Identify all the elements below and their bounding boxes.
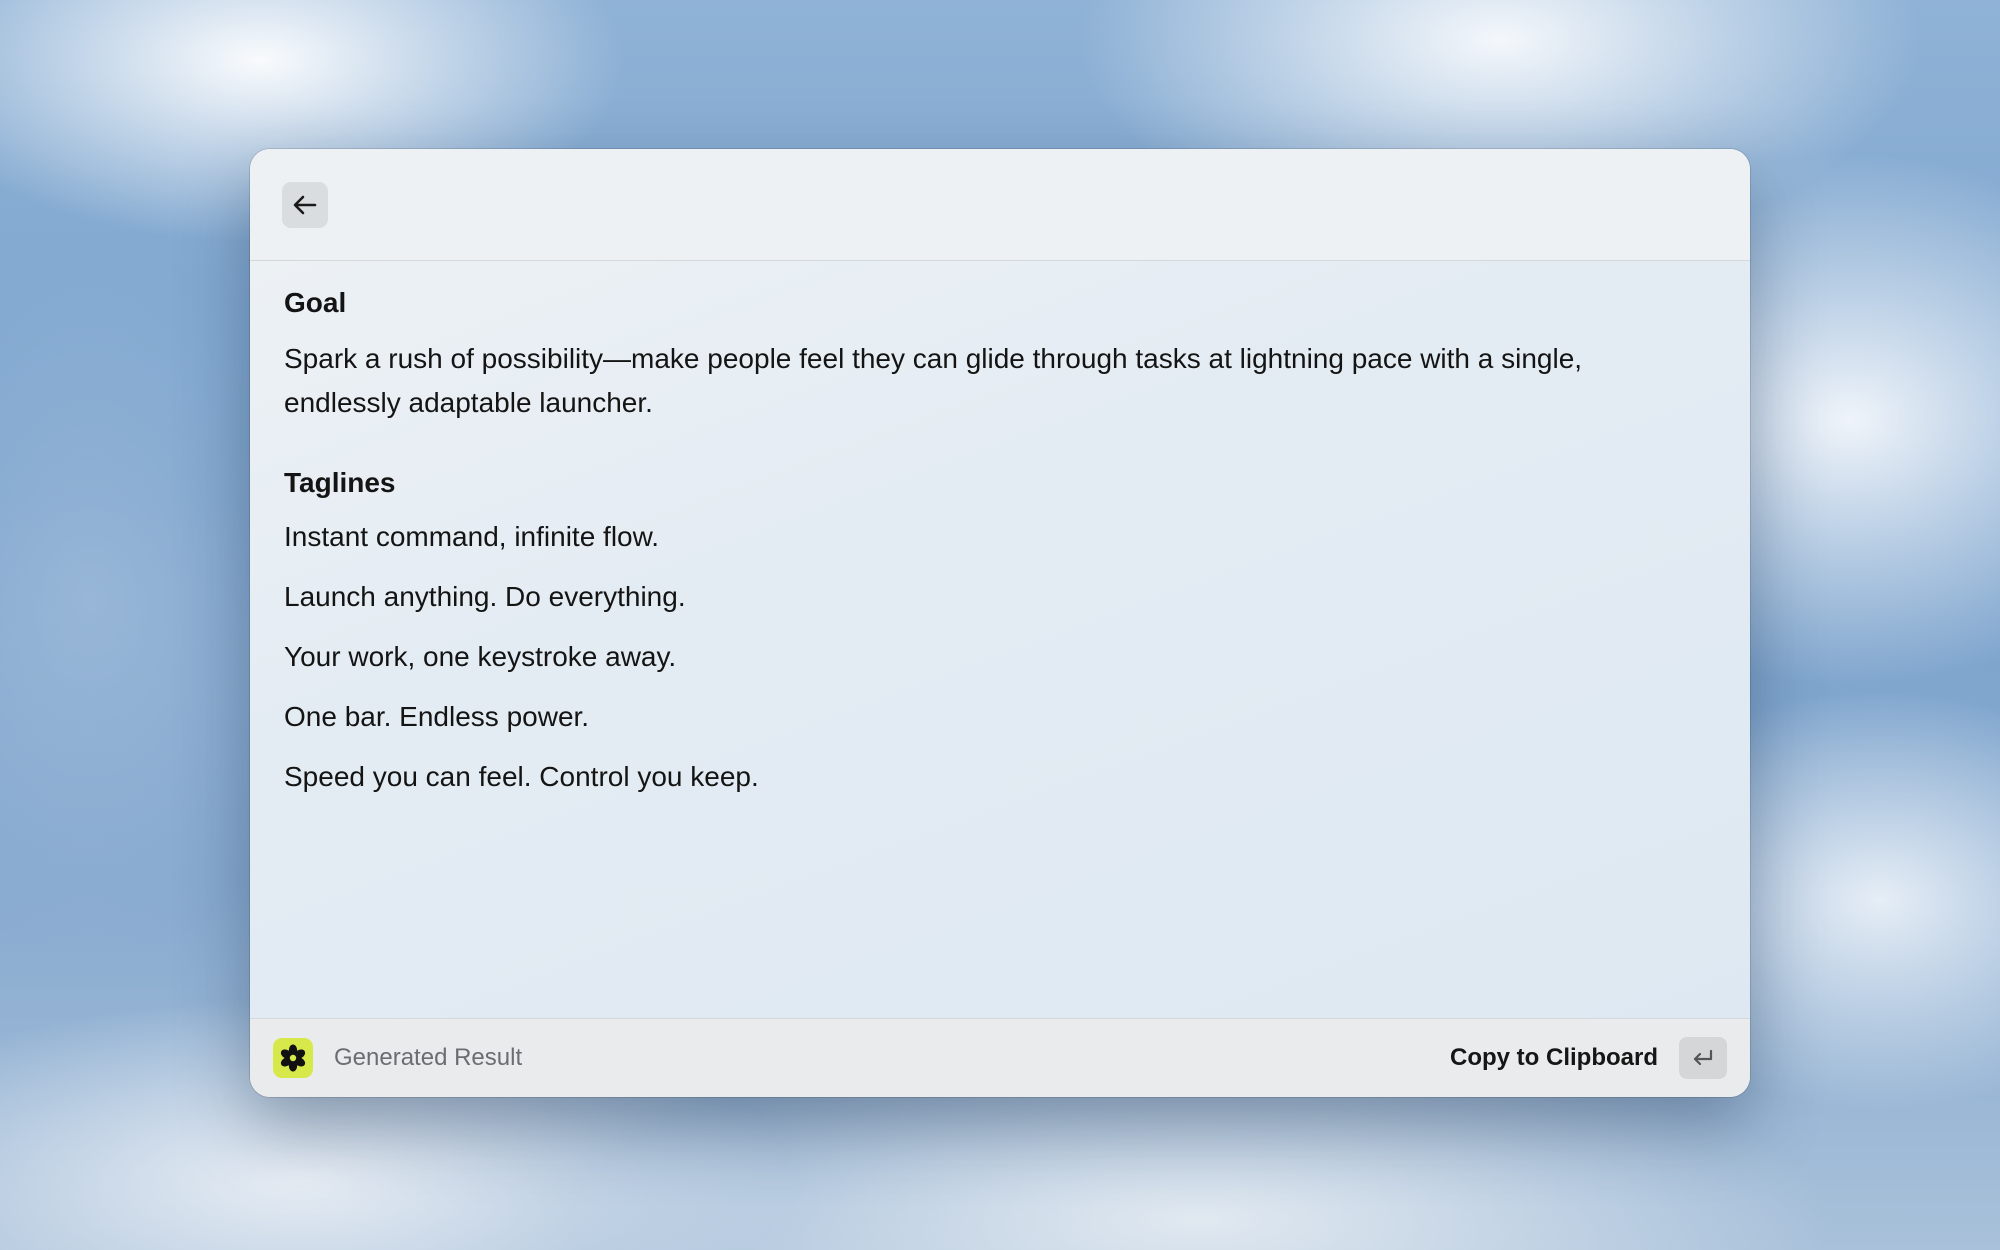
copy-to-clipboard-button[interactable]: Copy to Clipboard	[1450, 1019, 1658, 1097]
flower-icon	[280, 1044, 306, 1072]
back-button[interactable]	[282, 182, 328, 228]
window-footer: Generated Result Copy to Clipboard	[250, 1018, 1750, 1097]
tagline-item: One bar. Endless power.	[284, 701, 590, 732]
tagline-item: Instant command, infinite flow.	[284, 521, 660, 552]
arrow-left-icon	[293, 195, 317, 215]
goal-text: Spark a rush of possibility—make people …	[284, 343, 1583, 418]
footer-label: Generated Result	[334, 1044, 523, 1071]
tagline-item: Your work, one keystroke away.	[284, 641, 677, 672]
app-logo	[273, 1038, 313, 1078]
tagline-item: Speed you can feel. Control you keep.	[284, 761, 759, 792]
goal-heading: Goal	[284, 287, 347, 318]
tagline-item: Launch anything. Do everything.	[284, 581, 686, 612]
enter-key-button[interactable]	[1679, 1037, 1727, 1079]
taglines-heading: Taglines	[284, 467, 396, 498]
result-window: Goal Spark a rush of possibility—make pe…	[250, 149, 1750, 1097]
window-header	[250, 149, 1750, 261]
tagline-list: Instant command, infinite flow. Launch a…	[284, 517, 1710, 797]
return-key-icon	[1693, 1049, 1713, 1066]
result-content: Goal Spark a rush of possibility—make pe…	[284, 261, 1710, 1017]
